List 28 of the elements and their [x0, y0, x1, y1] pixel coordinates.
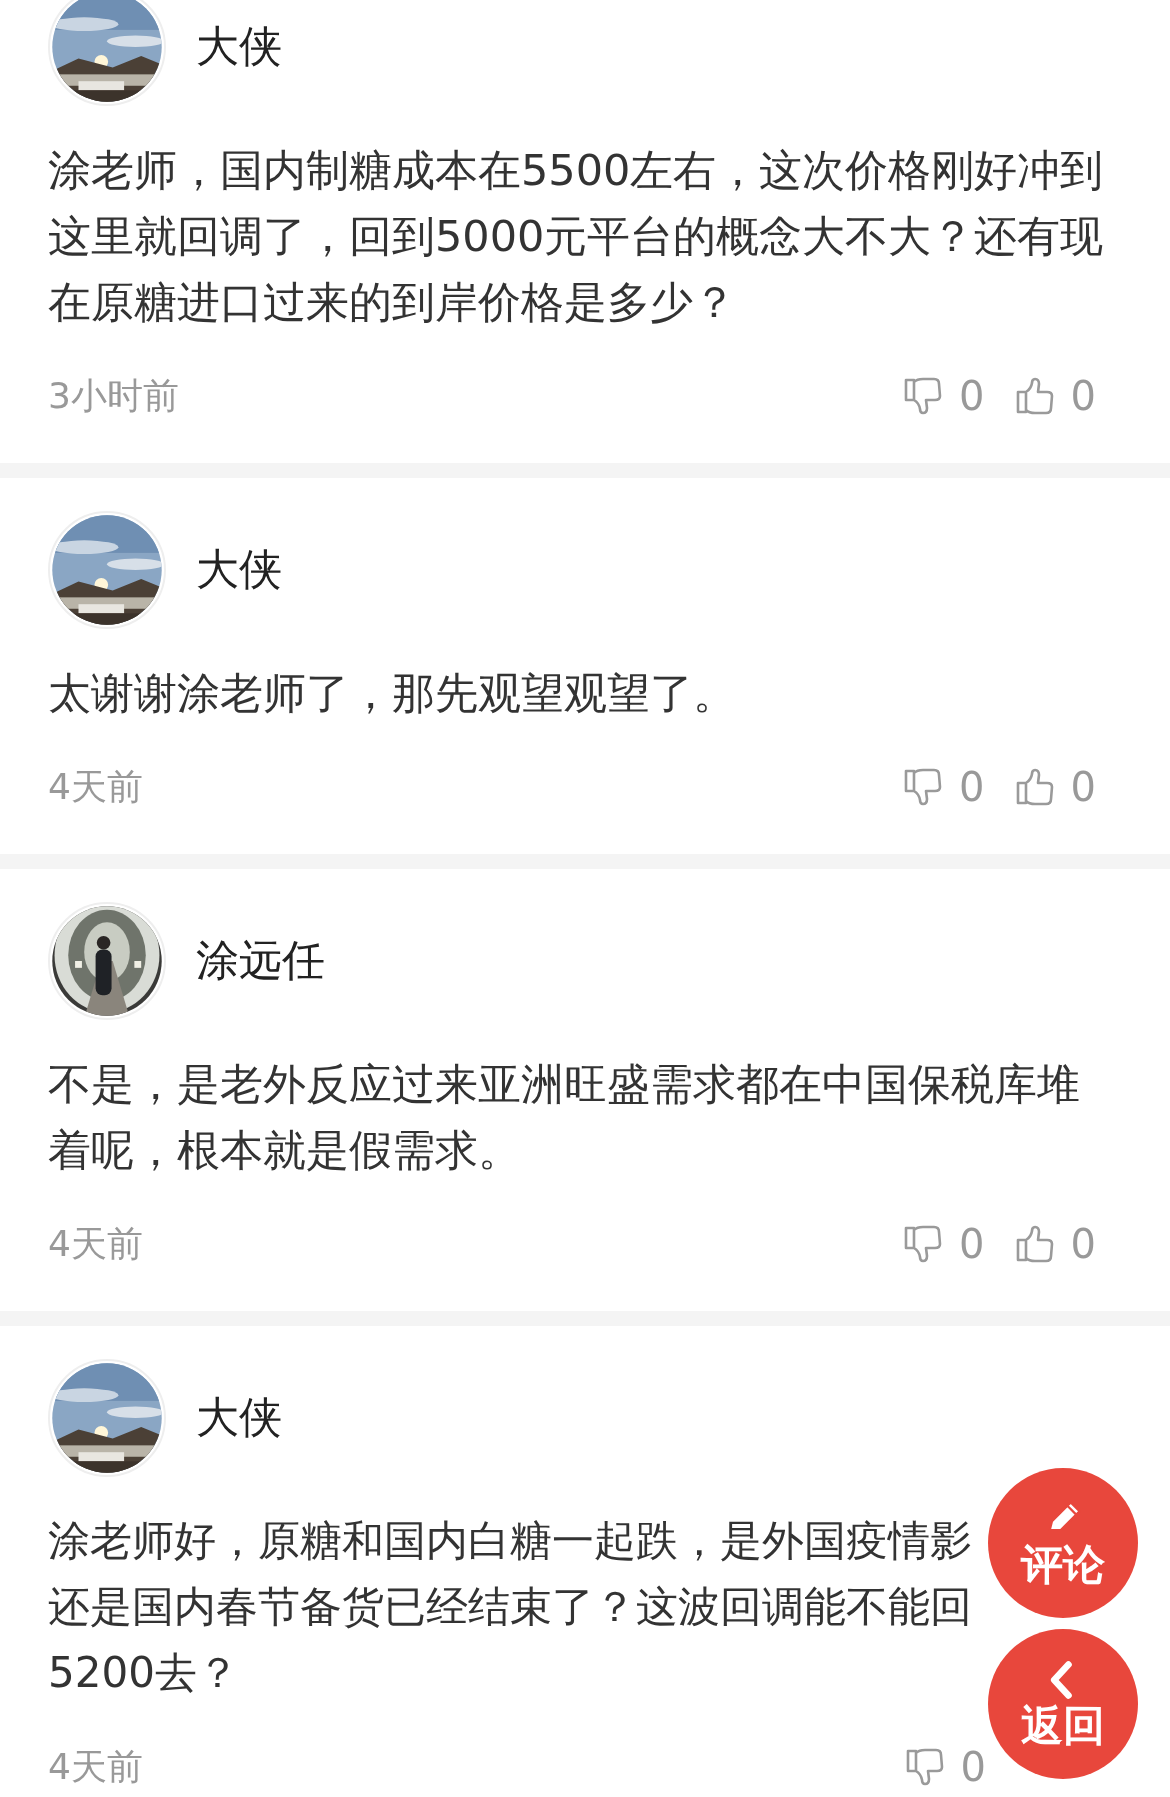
like-button[interactable]: 0 — [1014, 373, 1096, 419]
thumbs-down-icon — [904, 1747, 945, 1787]
timestamp: 4天前 — [48, 1221, 144, 1266]
timestamp: 4天前 — [48, 1744, 144, 1789]
dislike-button[interactable]: 0 — [903, 1221, 985, 1267]
timestamp: 3小时前 — [48, 373, 180, 418]
comment-text: 涂老师，国内制糖成本在5500左右，这次价格刚好冲到这里就回调了，回到5000元平台的概念大不大？还有现在原糖进口过来的到岸价格是多少？ — [48, 144, 1105, 329]
comment-text: 不是，是老外反应过来亚洲旺盛需求都在中国保税库堆着呢，根本就是假需求。 — [48, 1058, 1081, 1177]
dislike-button[interactable]: 0 — [903, 373, 985, 419]
timestamp: 4天前 — [48, 764, 144, 809]
like-button[interactable]: 0 — [1014, 764, 1096, 810]
user-name: 大侠 — [196, 20, 282, 73]
thumbs-up-icon — [1014, 376, 1055, 416]
thumbs-up-icon — [1014, 1224, 1055, 1264]
comment-text: 涂老师好，原糖和国内白糖一起跌，是外国疫情影还是国内春节备货已经结束了？这波回调能不能回5200去？ — [48, 1515, 973, 1699]
thumbs-down-icon — [903, 1224, 944, 1264]
dislike-button[interactable]: 0 — [904, 1744, 986, 1790]
thumbs-down-icon — [903, 767, 944, 807]
thumbs-up-icon — [1014, 767, 1055, 807]
user-name: 大侠 — [196, 543, 282, 596]
dislike-button[interactable]: 0 — [903, 764, 985, 810]
comment-button[interactable]: 评论 — [988, 1468, 1138, 1618]
back-button[interactable]: 返回 — [988, 1629, 1138, 1779]
thumbs-down-icon — [903, 376, 944, 416]
user-name: 大侠 — [196, 1391, 282, 1444]
comment-text: 太谢谢涂老师了，那先观望观望了。 — [48, 667, 737, 720]
like-button[interactable]: 0 — [1014, 1221, 1096, 1267]
user-name: 涂远任 — [196, 934, 325, 987]
